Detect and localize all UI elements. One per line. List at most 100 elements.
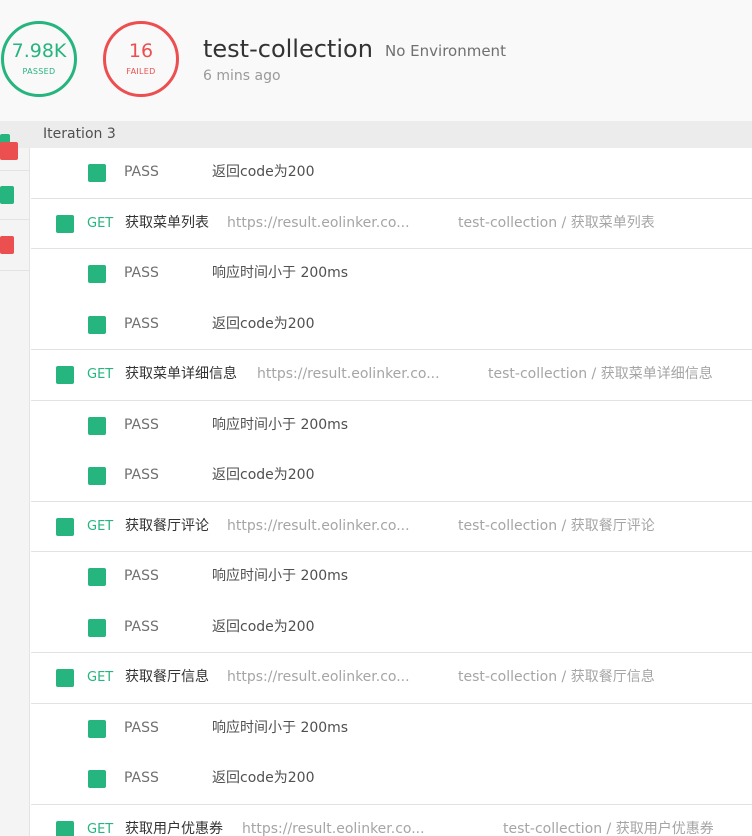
assertion-status: PASS <box>124 770 159 786</box>
assertion-text: 返回code为200 <box>212 467 315 483</box>
assertion-status: PASS <box>124 719 159 736</box>
sidebar-divider <box>0 270 30 271</box>
assertion-status: PASS <box>124 265 159 281</box>
status-check-icon <box>88 315 106 334</box>
iteration-label: Iteration 3 <box>43 126 116 142</box>
iteration-status-icon[interactable] <box>0 236 14 254</box>
status-check-icon <box>88 265 106 283</box>
request-url[interactable]: https://result.eolinker.co... <box>227 515 410 537</box>
path-request: 获取用户优惠券 <box>615 820 714 836</box>
assertion-row[interactable]: PASS 返回code为200 <box>31 603 752 654</box>
request-row[interactable]: GET 获取菜单详细信息 https://result.eolinker.co...… <box>31 349 752 401</box>
sidebar-divider <box>0 219 30 220</box>
assertion-row[interactable]: PASS 返回code为200 <box>31 451 752 502</box>
assertion-row[interactable]: PASS 返回code为200 <box>31 148 752 199</box>
status-check-icon <box>56 366 74 384</box>
assertion-text: 返回code为200 <box>212 618 315 635</box>
assertion-text: 响应时间小于 200ms <box>212 568 349 584</box>
status-check-icon <box>56 517 74 536</box>
results-list: PASS 返回code为200 GET 获取菜单列表 https://result.eo… <box>31 148 752 836</box>
status-check-icon <box>88 568 106 586</box>
status-check-icon <box>56 669 74 687</box>
request-method: GET <box>87 821 114 836</box>
assertion-status: PASS <box>124 467 159 483</box>
assertion-row[interactable]: PASS 响应时间小于 200ms <box>31 552 752 603</box>
iteration-header[interactable]: Iteration 3 <box>0 121 752 148</box>
status-check-icon <box>88 770 106 788</box>
assertion-status: PASS <box>124 416 159 433</box>
path-separator: / <box>602 820 616 836</box>
request-path[interactable]: test-collection / 获取餐厅评论 <box>458 515 655 537</box>
assertion-text: 返回code为200 <box>212 164 315 180</box>
iteration-status-icon[interactable] <box>0 186 14 204</box>
run-summary-header: 7.98K PASSED 16 FAILED test-collection N… <box>0 0 752 121</box>
request-row[interactable]: GET 获取餐厅评论 https://result.eolinker.co... te… <box>31 500 752 552</box>
path-request: 获取餐厅信息 <box>570 669 655 685</box>
request-method: GET <box>87 518 114 534</box>
path-collection: test-collection <box>488 366 588 382</box>
request-method: GET <box>87 367 114 382</box>
request-name: 获取餐厅信息 <box>125 669 209 685</box>
request-path[interactable]: test-collection / 获取菜单列表 <box>458 212 655 234</box>
request-url[interactable]: https://result.eolinker.co... <box>227 666 410 688</box>
request-url[interactable]: https://result.eolinker.co... <box>242 818 425 836</box>
assertion-text: 响应时间小于 200ms <box>212 416 349 433</box>
path-separator: / <box>557 214 571 231</box>
request-name: 获取餐厅评论 <box>125 517 209 534</box>
collection-title: test-collection <box>203 35 373 63</box>
path-request: 获取菜单详细信息 <box>600 366 713 382</box>
failed-label: FAILED <box>126 67 156 76</box>
run-timestamp: 6 mins ago <box>203 68 281 84</box>
passed-label: PASSED <box>22 67 56 76</box>
request-path[interactable]: test-collection / 获取用户优惠券 <box>503 818 714 836</box>
iteration-status-icon[interactable] <box>0 142 18 160</box>
assertion-row[interactable]: PASS 响应时间小于 200ms <box>31 401 752 452</box>
assertion-status: PASS <box>124 568 159 584</box>
request-name: 获取菜单列表 <box>125 214 209 231</box>
status-check-icon <box>88 719 106 738</box>
failed-count-badge[interactable]: 16 FAILED <box>103 21 179 97</box>
path-separator: / <box>557 669 571 685</box>
assertion-status: PASS <box>124 164 159 180</box>
assertion-row[interactable]: PASS 响应时间小于 200ms <box>31 249 752 300</box>
sidebar-divider <box>0 170 30 171</box>
status-check-icon <box>56 214 74 233</box>
path-separator: / <box>557 517 571 534</box>
request-row[interactable]: GET 获取餐厅信息 https://result.eolinker.co... te… <box>31 652 752 704</box>
path-request: 获取餐厅评论 <box>570 517 655 534</box>
assertion-status: PASS <box>124 618 159 635</box>
request-url[interactable]: https://result.eolinker.co... <box>257 363 440 385</box>
request-name: 获取用户优惠券 <box>125 820 223 836</box>
status-check-icon <box>56 820 74 836</box>
path-separator: / <box>587 366 601 382</box>
assertion-row[interactable]: PASS 返回code为200 <box>31 300 752 351</box>
request-name: 获取菜单详细信息 <box>125 366 237 382</box>
passed-count: 7.98K <box>11 40 67 62</box>
request-path[interactable]: test-collection / 获取菜单详细信息 <box>488 363 713 385</box>
assertion-status: PASS <box>124 315 159 332</box>
request-method: GET <box>87 215 114 231</box>
status-check-icon <box>88 416 106 435</box>
request-row[interactable]: GET 获取用户优惠券 https://result.eolinker.co... t… <box>31 803 752 836</box>
assertion-text: 响应时间小于 200ms <box>212 719 349 736</box>
path-collection: test-collection <box>458 669 558 685</box>
assertion-text: 返回code为200 <box>212 315 315 332</box>
environment-label: No Environment <box>385 42 506 60</box>
request-path[interactable]: test-collection / 获取餐厅信息 <box>458 666 655 688</box>
status-check-icon <box>88 164 106 182</box>
passed-count-badge: 7.98K PASSED <box>1 21 77 97</box>
assertion-text: 响应时间小于 200ms <box>212 265 349 281</box>
path-collection: test-collection <box>503 820 603 836</box>
iteration-sidebar <box>0 134 30 836</box>
request-url[interactable]: https://result.eolinker.co... <box>227 212 410 234</box>
assertion-row[interactable]: PASS 响应时间小于 200ms <box>31 704 752 755</box>
path-request: 获取菜单列表 <box>570 214 655 231</box>
path-collection: test-collection <box>458 517 558 534</box>
status-check-icon <box>88 467 106 485</box>
request-method: GET <box>87 670 114 685</box>
status-check-icon <box>88 618 106 637</box>
path-collection: test-collection <box>458 214 558 231</box>
request-row[interactable]: GET 获取菜单列表 https://result.eolinker.co... te… <box>31 197 752 249</box>
assertion-text: 返回code为200 <box>212 770 315 786</box>
assertion-row[interactable]: PASS 返回code为200 <box>31 754 752 805</box>
